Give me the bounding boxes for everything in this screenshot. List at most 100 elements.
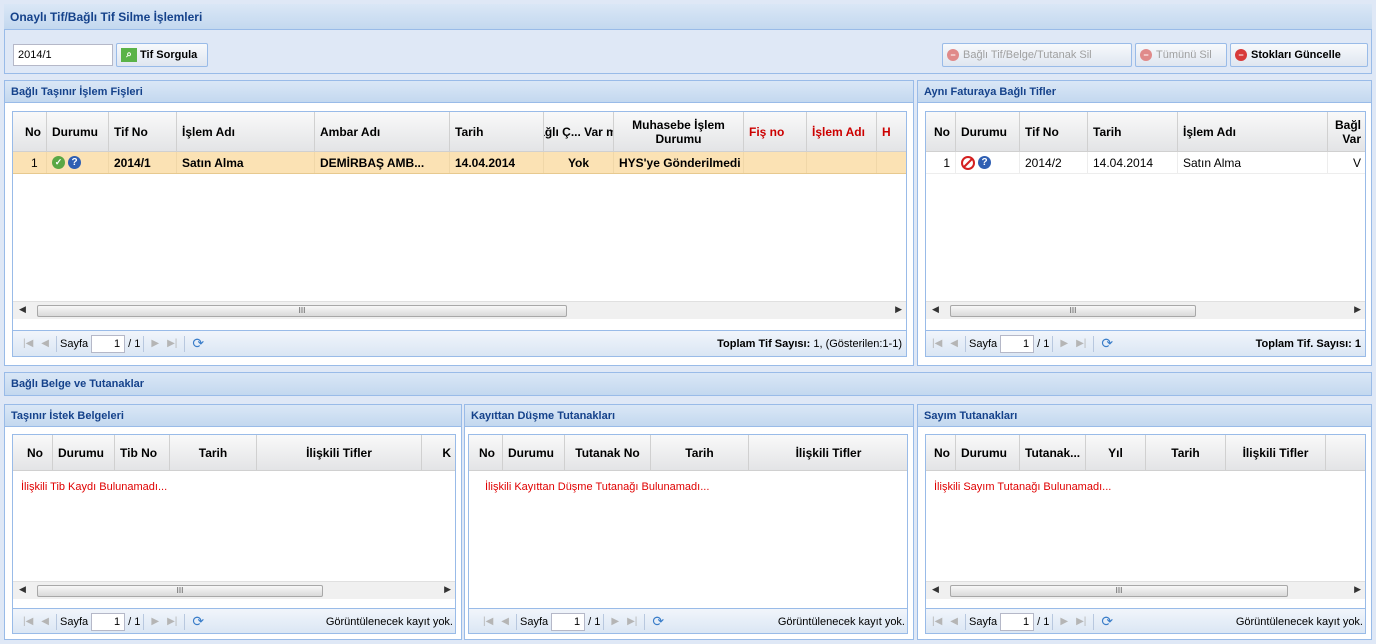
refresh-icon[interactable]: ⟳	[1101, 335, 1113, 352]
col-header[interactable]: Tif No	[109, 112, 177, 151]
col-header[interactable]: İlişkili Tifler	[257, 435, 422, 470]
last-page-icon[interactable]: ▶|	[627, 616, 637, 627]
scroll-right-icon[interactable]: ▶	[1354, 304, 1361, 315]
refresh-icon[interactable]: ⟳	[192, 613, 204, 630]
delete-linked-label: Bağlı Tif/Belge/Tutanak Sil	[963, 49, 1092, 61]
scroll-thumb[interactable]: III	[950, 305, 1196, 317]
first-page-icon[interactable]: |◀	[483, 616, 493, 627]
next-page-icon[interactable]: ▶	[1060, 338, 1068, 349]
last-page-icon[interactable]: ▶|	[167, 616, 177, 627]
prev-page-icon[interactable]: ◀	[950, 616, 958, 627]
col-header[interactable]: İlişkili Tifler	[749, 435, 907, 470]
col-header[interactable]: K	[422, 435, 455, 470]
col-header[interactable]: Tarih	[1088, 112, 1178, 151]
col-header[interactable]: Durumu	[956, 435, 1020, 470]
help-icon[interactable]: ?	[978, 156, 991, 169]
col-header[interactable]: Tarih	[170, 435, 257, 470]
col-header[interactable]: Tarih	[450, 112, 544, 151]
table-row[interactable]: 1 ? 2014/2 14.04.2014 Satın Alma V	[926, 152, 1365, 174]
istek-title-text: Taşınır İstek Belgeleri	[11, 409, 124, 422]
istek-summary: Görüntülenecek kayıt yok.	[325, 615, 453, 628]
col-header[interactable]: Tarih	[1146, 435, 1226, 470]
refresh-icon[interactable]: ⟳	[192, 335, 204, 352]
col-header[interactable]: No	[926, 112, 956, 151]
col-header[interactable]: Tarih	[651, 435, 749, 470]
scroll-right-icon[interactable]: ▶	[444, 584, 451, 595]
prev-page-icon[interactable]: ◀	[41, 616, 49, 627]
prev-page-icon[interactable]: ◀	[501, 616, 509, 627]
first-page-icon[interactable]: |◀	[23, 616, 33, 627]
last-page-icon[interactable]: ▶|	[1076, 338, 1086, 349]
update-stock-button[interactable]: − Stokları Güncelle	[1230, 43, 1368, 67]
col-header[interactable]: Durumu	[956, 112, 1020, 151]
col-header[interactable]: Tif No	[1020, 112, 1088, 151]
scroll-thumb[interactable]: III	[950, 585, 1288, 597]
col-header[interactable]: Tutanak No	[565, 435, 651, 470]
col-header[interactable]: İşlem Adı	[807, 112, 877, 151]
refresh-icon[interactable]: ⟳	[652, 613, 664, 630]
delete-all-button[interactable]: − Tümünü Sil	[1135, 43, 1227, 67]
col-header[interactable]: No	[926, 435, 956, 470]
page-input[interactable]: 1	[551, 612, 586, 631]
col-header[interactable]: No	[469, 435, 503, 470]
scroll-right-icon[interactable]: ▶	[1354, 584, 1361, 595]
sayim-hscrollbar[interactable]: ◀ III ▶	[926, 581, 1365, 599]
col-header[interactable]: Bağl Var	[1328, 112, 1365, 151]
scroll-left-icon[interactable]: ◀	[932, 584, 939, 595]
col-header[interactable]: Tutanak...	[1020, 435, 1086, 470]
col-header[interactable]: Tib No	[115, 435, 170, 470]
scroll-left-icon[interactable]: ◀	[932, 304, 939, 315]
col-header[interactable]: Ambar Adı	[315, 112, 450, 151]
page-input[interactable]: 1	[1000, 334, 1035, 353]
kayittan-panel-title: Kayıttan Düşme Tutanakları	[465, 405, 913, 427]
col-header[interactable]: İşlem Adı	[177, 112, 315, 151]
scroll-right-icon[interactable]: ▶	[895, 304, 902, 315]
page-input[interactable]: 1	[1000, 612, 1035, 631]
prev-page-icon[interactable]: ◀	[950, 338, 958, 349]
scroll-thumb[interactable]: III	[37, 305, 567, 317]
check-icon[interactable]: ✓	[52, 156, 65, 169]
refresh-icon[interactable]: ⟳	[1101, 613, 1113, 630]
col-header[interactable]: Yıl	[1086, 435, 1146, 470]
next-page-icon[interactable]: ▶	[611, 616, 619, 627]
cell-h	[877, 152, 906, 173]
fisler-hscrollbar[interactable]: ◀ III ▶	[13, 301, 906, 319]
next-page-icon[interactable]: ▶	[151, 338, 159, 349]
table-row[interactable]: 1 ✓ ? 2014/1 Satın Alma DEMİRBAŞ AMB... …	[13, 152, 906, 174]
col-header[interactable]: No	[13, 435, 53, 470]
tif-query-button[interactable]: ⌕ Tif Sorgula	[116, 43, 208, 67]
page-input[interactable]: 1	[91, 334, 126, 353]
scroll-left-icon[interactable]: ◀	[19, 304, 26, 315]
page-label: Sayfa	[520, 615, 549, 628]
forbidden-icon[interactable]	[961, 155, 975, 170]
page-input[interactable]: 1	[91, 612, 126, 631]
tif-no-input[interactable]	[13, 44, 113, 66]
last-page-icon[interactable]: ▶|	[1076, 616, 1086, 627]
first-page-icon[interactable]: |◀	[932, 338, 942, 349]
col-header[interactable]: H	[877, 112, 906, 151]
col-header[interactable]: Durumu	[503, 435, 565, 470]
belgeler-title-text: Bağlı Belge ve Tutanaklar	[11, 378, 145, 390]
col-header[interactable]: İşlem Adı	[1178, 112, 1328, 151]
page-label: Sayfa	[969, 337, 998, 350]
col-header[interactable]: No	[13, 112, 47, 151]
col-header[interactable]: Durumu	[47, 112, 109, 151]
scroll-thumb[interactable]: III	[37, 585, 323, 597]
istek-hscrollbar[interactable]: ◀ III ▶	[13, 581, 455, 599]
col-header[interactable]: Muhasebe İşlem Durumu	[614, 112, 744, 151]
help-icon[interactable]: ?	[68, 156, 81, 169]
scroll-left-icon[interactable]: ◀	[19, 584, 26, 595]
first-page-icon[interactable]: |◀	[932, 616, 942, 627]
delete-linked-button[interactable]: − Bağlı Tif/Belge/Tutanak Sil	[942, 43, 1132, 67]
col-header[interactable]: Fiş no	[744, 112, 807, 151]
next-page-icon[interactable]: ▶	[151, 616, 159, 627]
ayni-fatura-hscrollbar[interactable]: ◀ III ▶	[926, 301, 1365, 319]
col-header[interactable]: İlişkili Tifler	[1226, 435, 1326, 470]
col-header[interactable]: Durumu	[53, 435, 115, 470]
prev-page-icon[interactable]: ◀	[41, 338, 49, 349]
last-page-icon[interactable]: ▶|	[167, 338, 177, 349]
next-page-icon[interactable]: ▶	[1060, 616, 1068, 627]
col-header[interactable]: Bağlı Ç... Var mı?	[544, 112, 614, 151]
first-page-icon[interactable]: |◀	[23, 338, 33, 349]
page-total: / 1	[128, 337, 141, 350]
